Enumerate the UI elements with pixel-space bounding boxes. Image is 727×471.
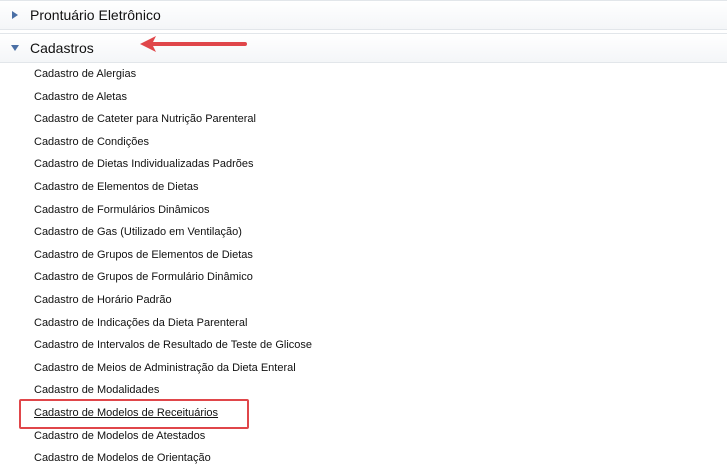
list-item[interactable]: Cadastro de Formulários Dinâmicos	[0, 199, 727, 222]
cadastros-item-list: Cadastro de Alergias Cadastro de Aletas …	[0, 63, 727, 470]
section-header-cadastros[interactable]: Cadastros	[0, 33, 727, 63]
list-item[interactable]: Cadastro de Modalidades	[0, 379, 727, 402]
list-item[interactable]: Cadastro de Intervalos de Resultado de T…	[0, 334, 727, 357]
list-item[interactable]: Cadastro de Modelos de Orientação	[0, 447, 727, 470]
triangle-right-icon	[10, 10, 20, 20]
section-title: Cadastros	[30, 40, 94, 56]
list-item[interactable]: Cadastro de Indicações da Dieta Parenter…	[0, 312, 727, 335]
list-item[interactable]: Cadastro de Meios de Administração da Di…	[0, 357, 727, 380]
list-item[interactable]: Cadastro de Horário Padrão	[0, 289, 727, 312]
list-item[interactable]: Cadastro de Alergias	[0, 63, 727, 86]
triangle-down-icon	[10, 43, 20, 53]
list-item[interactable]: Cadastro de Gas (Utilizado em Ventilação…	[0, 221, 727, 244]
list-item-active[interactable]: Cadastro de Modelos de Receituários	[0, 402, 727, 425]
list-item[interactable]: Cadastro de Grupos de Formulário Dinâmic…	[0, 266, 727, 289]
list-item[interactable]: Cadastro de Elementos de Dietas	[0, 176, 727, 199]
list-item[interactable]: Cadastro de Modelos de Atestados	[0, 425, 727, 448]
list-item[interactable]: Cadastro de Condições	[0, 131, 727, 154]
list-item[interactable]: Cadastro de Dietas Individualizadas Padr…	[0, 153, 727, 176]
list-item[interactable]: Cadastro de Grupos de Elementos de Dieta…	[0, 244, 727, 267]
list-item[interactable]: Cadastro de Cateter para Nutrição Parent…	[0, 108, 727, 131]
list-item[interactable]: Cadastro de Aletas	[0, 86, 727, 109]
section-title: Prontuário Eletrônico	[30, 7, 161, 23]
section-header-prontuario-eletronico[interactable]: Prontuário Eletrônico	[0, 0, 727, 30]
